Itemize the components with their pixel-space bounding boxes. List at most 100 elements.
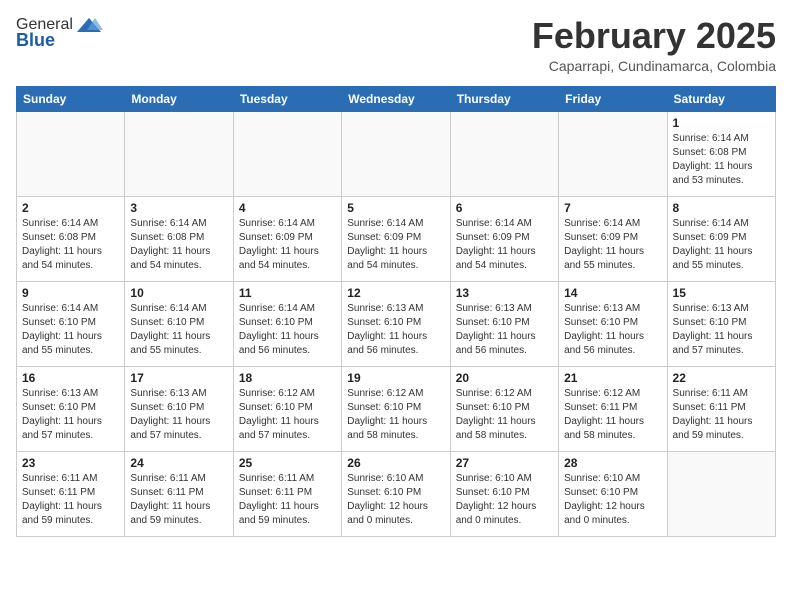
day-info: Sunrise: 6:14 AM Sunset: 6:08 PM Dayligh… (673, 132, 770, 188)
title-block: February 2025 Caparrapi, Cundinamarca, C… (532, 16, 776, 74)
day-number: 24 (130, 456, 227, 470)
calendar-cell (667, 451, 775, 536)
day-number: 10 (130, 286, 227, 300)
calendar-cell (342, 111, 450, 196)
day-number: 18 (239, 371, 336, 385)
calendar-cell: 20 Sunrise: 6:12 AM Sunset: 6:10 PM Dayli… (450, 366, 558, 451)
week-row-3: 9Sunrise: 6:14 AM Sunset: 6:10 PM Daylig… (17, 281, 776, 366)
day-info: Sunrise: 6:13 AM Sunset: 6:10 PM Dayligh… (22, 387, 119, 443)
calendar-cell: 18 Sunrise: 6:12 AM Sunset: 6:10 PM Dayli… (233, 366, 341, 451)
calendar-cell: 6Sunrise: 6:14 AM Sunset: 6:09 PM Daylig… (450, 196, 558, 281)
weekday-header-sunday: Sunday (17, 86, 125, 111)
day-number: 11 (239, 286, 336, 300)
calendar-cell: 19 Sunrise: 6:12 AM Sunset: 6:10 PM Dayli… (342, 366, 450, 451)
day-info: Sunrise: 6:11 AM Sunset: 6:11 PM Dayligh… (239, 472, 336, 528)
day-info: Sunrise: 6:10 AM Sunset: 6:10 PM Dayligh… (347, 472, 444, 528)
calendar-cell: 23 Sunrise: 6:11 AM Sunset: 6:11 PM Dayli… (17, 451, 125, 536)
calendar-cell: 15 Sunrise: 6:13 AM Sunset: 6:10 PM Dayli… (667, 281, 775, 366)
logo-icon (75, 16, 103, 34)
day-info: Sunrise: 6:11 AM Sunset: 6:11 PM Dayligh… (130, 472, 227, 528)
week-row-1: 1 Sunrise: 6:14 AM Sunset: 6:08 PM Daylig… (17, 111, 776, 196)
day-number: 8 (673, 201, 770, 215)
day-info: Sunrise: 6:14 AM Sunset: 6:08 PM Dayligh… (22, 217, 119, 273)
calendar-cell (450, 111, 558, 196)
calendar-cell (233, 111, 341, 196)
logo-blue-text: Blue (16, 30, 55, 51)
calendar-cell: 24 Sunrise: 6:11 AM Sunset: 6:11 PM Dayli… (125, 451, 233, 536)
weekday-header-row: SundayMondayTuesdayWednesdayThursdayFrid… (17, 86, 776, 111)
weekday-header-thursday: Thursday (450, 86, 558, 111)
weekday-header-tuesday: Tuesday (233, 86, 341, 111)
day-number: 7 (564, 201, 661, 215)
calendar-cell: 21 Sunrise: 6:12 AM Sunset: 6:11 PM Dayli… (559, 366, 667, 451)
day-info: Sunrise: 6:11 AM Sunset: 6:11 PM Dayligh… (673, 387, 770, 443)
calendar-cell: 25 Sunrise: 6:11 AM Sunset: 6:11 PM Dayli… (233, 451, 341, 536)
calendar-cell: 3Sunrise: 6:14 AM Sunset: 6:08 PM Daylig… (125, 196, 233, 281)
calendar-cell: 13Sunrise: 6:13 AM Sunset: 6:10 PM Dayli… (450, 281, 558, 366)
calendar-cell: 2 Sunrise: 6:14 AM Sunset: 6:08 PM Daylig… (17, 196, 125, 281)
calendar-cell: 8 Sunrise: 6:14 AM Sunset: 6:09 PM Daylig… (667, 196, 775, 281)
day-info: Sunrise: 6:14 AM Sunset: 6:09 PM Dayligh… (347, 217, 444, 273)
day-number: 27 (456, 456, 553, 470)
calendar-table: SundayMondayTuesdayWednesdayThursdayFrid… (16, 86, 776, 537)
calendar-cell: 14 Sunrise: 6:13 AM Sunset: 6:10 PM Dayli… (559, 281, 667, 366)
calendar-cell: 4 Sunrise: 6:14 AM Sunset: 6:09 PM Daylig… (233, 196, 341, 281)
calendar-cell (125, 111, 233, 196)
calendar-subtitle: Caparrapi, Cundinamarca, Colombia (532, 58, 776, 74)
day-info: Sunrise: 6:14 AM Sunset: 6:09 PM Dayligh… (564, 217, 661, 273)
day-info: Sunrise: 6:14 AM Sunset: 6:10 PM Dayligh… (22, 302, 119, 358)
day-number: 2 (22, 201, 119, 215)
day-number: 19 (347, 371, 444, 385)
day-info: Sunrise: 6:14 AM Sunset: 6:10 PM Dayligh… (239, 302, 336, 358)
week-row-4: 16Sunrise: 6:13 AM Sunset: 6:10 PM Dayli… (17, 366, 776, 451)
calendar-cell: 10 Sunrise: 6:14 AM Sunset: 6:10 PM Dayli… (125, 281, 233, 366)
calendar-cell: 26 Sunrise: 6:10 AM Sunset: 6:10 PM Dayli… (342, 451, 450, 536)
weekday-header-wednesday: Wednesday (342, 86, 450, 111)
day-info: Sunrise: 6:13 AM Sunset: 6:10 PM Dayligh… (564, 302, 661, 358)
day-number: 25 (239, 456, 336, 470)
day-info: Sunrise: 6:14 AM Sunset: 6:09 PM Dayligh… (673, 217, 770, 273)
day-number: 5 (347, 201, 444, 215)
day-info: Sunrise: 6:10 AM Sunset: 6:10 PM Dayligh… (456, 472, 553, 528)
calendar-cell: 5 Sunrise: 6:14 AM Sunset: 6:09 PM Daylig… (342, 196, 450, 281)
calendar-cell: 12 Sunrise: 6:13 AM Sunset: 6:10 PM Dayli… (342, 281, 450, 366)
week-row-5: 23 Sunrise: 6:11 AM Sunset: 6:11 PM Dayli… (17, 451, 776, 536)
calendar-cell: 11 Sunrise: 6:14 AM Sunset: 6:10 PM Dayli… (233, 281, 341, 366)
calendar-cell: 28 Sunrise: 6:10 AM Sunset: 6:10 PM Dayli… (559, 451, 667, 536)
week-row-2: 2 Sunrise: 6:14 AM Sunset: 6:08 PM Daylig… (17, 196, 776, 281)
day-number: 4 (239, 201, 336, 215)
day-info: Sunrise: 6:14 AM Sunset: 6:08 PM Dayligh… (130, 217, 227, 273)
calendar-cell: 17 Sunrise: 6:13 AM Sunset: 6:10 PM Dayli… (125, 366, 233, 451)
day-number: 1 (673, 116, 770, 130)
day-number: 26 (347, 456, 444, 470)
calendar-cell (559, 111, 667, 196)
day-info: Sunrise: 6:14 AM Sunset: 6:10 PM Dayligh… (130, 302, 227, 358)
day-number: 12 (347, 286, 444, 300)
weekday-header-saturday: Saturday (667, 86, 775, 111)
day-info: Sunrise: 6:12 AM Sunset: 6:10 PM Dayligh… (456, 387, 553, 443)
day-number: 21 (564, 371, 661, 385)
day-info: Sunrise: 6:13 AM Sunset: 6:10 PM Dayligh… (130, 387, 227, 443)
day-info: Sunrise: 6:14 AM Sunset: 6:09 PM Dayligh… (456, 217, 553, 273)
day-info: Sunrise: 6:13 AM Sunset: 6:10 PM Dayligh… (673, 302, 770, 358)
day-info: Sunrise: 6:10 AM Sunset: 6:10 PM Dayligh… (564, 472, 661, 528)
calendar-cell: 22 Sunrise: 6:11 AM Sunset: 6:11 PM Dayli… (667, 366, 775, 451)
day-number: 17 (130, 371, 227, 385)
day-number: 14 (564, 286, 661, 300)
day-number: 22 (673, 371, 770, 385)
page-header: General Blue February 2025 Caparrapi, Cu… (16, 16, 776, 74)
day-info: Sunrise: 6:14 AM Sunset: 6:09 PM Dayligh… (239, 217, 336, 273)
day-info: Sunrise: 6:12 AM Sunset: 6:11 PM Dayligh… (564, 387, 661, 443)
day-number: 28 (564, 456, 661, 470)
day-number: 23 (22, 456, 119, 470)
day-info: Sunrise: 6:13 AM Sunset: 6:10 PM Dayligh… (347, 302, 444, 358)
day-number: 15 (673, 286, 770, 300)
calendar-cell (17, 111, 125, 196)
calendar-cell: 1 Sunrise: 6:14 AM Sunset: 6:08 PM Daylig… (667, 111, 775, 196)
day-number: 20 (456, 371, 553, 385)
weekday-header-friday: Friday (559, 86, 667, 111)
weekday-header-monday: Monday (125, 86, 233, 111)
day-info: Sunrise: 6:11 AM Sunset: 6:11 PM Dayligh… (22, 472, 119, 528)
day-info: Sunrise: 6:12 AM Sunset: 6:10 PM Dayligh… (239, 387, 336, 443)
day-info: Sunrise: 6:12 AM Sunset: 6:10 PM Dayligh… (347, 387, 444, 443)
